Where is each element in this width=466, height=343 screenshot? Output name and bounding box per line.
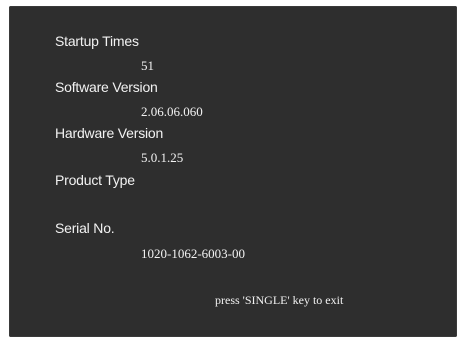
product-type-label: Product Type [55, 172, 135, 188]
hardware-version-value: 5.0.1.25 [141, 150, 184, 165]
serial-no-label: Serial No. [55, 220, 115, 236]
serial-no-value: 1020-1062-6003-00 [141, 246, 245, 261]
hardware-version-label: Hardware Version [55, 125, 164, 141]
exit-hint: press 'SINGLE' key to exit [215, 293, 344, 307]
software-version-value: 2.06.06.060 [141, 104, 203, 119]
startup-times-value: 51 [141, 58, 154, 73]
device-info-screen: Startup Times 51 Software Version 2.06.0… [9, 6, 457, 337]
software-version-label: Software Version [55, 79, 158, 95]
startup-times-label: Startup Times [55, 33, 139, 49]
